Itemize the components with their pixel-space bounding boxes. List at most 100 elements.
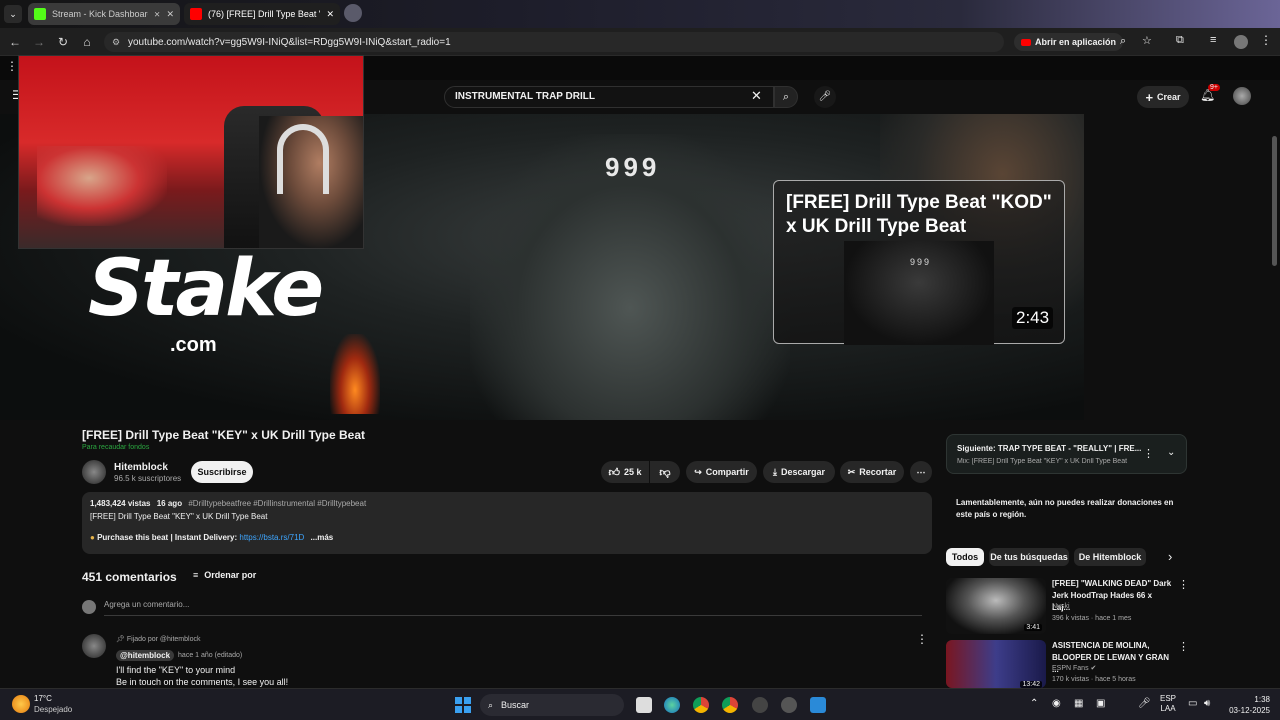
weather-temp[interactable]: 17°C: [34, 694, 52, 703]
chrome-icon[interactable]: [693, 697, 709, 713]
notepad-icon[interactable]: [810, 697, 826, 713]
search-input[interactable]: INSTRUMENTAL TRAP DRILL: [444, 86, 774, 108]
recommended-thumbnail[interactable]: 13:42: [946, 640, 1046, 688]
recommended-menu-icon[interactable]: ⋮: [1178, 578, 1189, 591]
chrome-active-icon[interactable]: [722, 697, 738, 713]
chip-from-searches[interactable]: De tus búsquedas: [989, 548, 1069, 566]
like-button[interactable]: 👍︎ 25 k: [601, 461, 649, 483]
forward-icon[interactable]: →: [27, 35, 51, 49]
up-next-card[interactable]: Siguiente: TRAP TYPE BEAT - "REALLY" | F…: [946, 434, 1187, 474]
share-button[interactable]: ↪ Compartir: [686, 461, 757, 483]
comment-author[interactable]: @hitemblock: [116, 650, 175, 661]
search-button[interactable]: ⌕: [774, 86, 798, 108]
taskbar-search-box[interactable]: ⌕ Buscar: [480, 694, 624, 716]
comment-author-avatar[interactable]: [82, 634, 106, 658]
open-in-app-label: Abrir en aplicación: [1035, 37, 1117, 47]
purchase-link[interactable]: https://bsta.rs/71D: [239, 533, 304, 542]
show-hidden-icons[interactable]: ⌃: [1030, 698, 1038, 709]
url-text: youtube.com/watch?v=gg5W9I-INiQ&list=RDg…: [128, 36, 451, 48]
fundraiser-label[interactable]: Para recaudar fondos: [82, 444, 149, 451]
chip-from-channel[interactable]: De Hitemblock: [1074, 548, 1146, 566]
comment-menu-icon[interactable]: ⋮: [916, 632, 928, 646]
obs-icon[interactable]: [752, 697, 768, 713]
sort-comments-button[interactable]: ≡ Ordenar por: [193, 570, 256, 580]
weather-icon[interactable]: [12, 695, 30, 713]
download-label: Descargar: [780, 467, 825, 477]
add-comment-input[interactable]: Agrega un comentario...: [104, 600, 922, 616]
tray-icon[interactable]: ▣: [1096, 698, 1105, 709]
video-duration: 13:42: [1020, 681, 1042, 688]
end-screen-video-card[interactable]: [FREE] Drill Type Beat "KOD" x UK Drill …: [773, 180, 1065, 345]
upload-date: 16 ago: [156, 499, 183, 508]
language-indicator[interactable]: ESP LAA: [1160, 694, 1176, 714]
description-box[interactable]: 1,483,424 vistas 16 ago #Drilltypebeatfr…: [82, 492, 932, 554]
search-icon: ⌕: [488, 699, 494, 710]
stake-logo-sub: .com: [170, 334, 217, 356]
browser-menu-icon[interactable]: ⋮: [1260, 33, 1272, 47]
media-player-icon[interactable]: [781, 697, 797, 713]
edge-icon[interactable]: [664, 697, 680, 713]
tray-icon[interactable]: ▦: [1074, 698, 1083, 709]
close-icon[interactable]: ✕: [166, 9, 174, 20]
download-button[interactable]: ⤓ Descargar: [763, 461, 835, 483]
new-tab-button[interactable]: [344, 4, 362, 22]
weather-condition[interactable]: Despejado: [34, 705, 72, 714]
recommended-channel[interactable]: Nuski: [1052, 603, 1070, 610]
scissors-icon: ✂: [847, 466, 856, 477]
volume-icon[interactable]: 🔊︎: [1204, 698, 1210, 709]
search-icon: ⌕: [782, 91, 790, 103]
site-info-icon[interactable]: ⚙: [112, 37, 120, 48]
bookmark-star-icon[interactable]: ☆: [1142, 34, 1152, 47]
recommended-stats: 170 k vistas · hace 5 horas: [1052, 676, 1136, 683]
clip-button[interactable]: ✂ Recortar: [840, 461, 904, 483]
recommended-menu-icon[interactable]: ⋮: [1178, 640, 1189, 653]
network-icon[interactable]: ▭: [1188, 698, 1197, 709]
microphone-tray-icon[interactable]: 🎤︎: [1138, 698, 1151, 709]
voice-search-button[interactable]: 🎤︎: [814, 86, 836, 108]
channel-avatar[interactable]: [82, 460, 106, 484]
clear-search-icon[interactable]: ✕: [751, 88, 762, 104]
discord-tray-icon[interactable]: ◉: [1052, 698, 1061, 709]
clock[interactable]: 1:38 03-12-2025: [1226, 694, 1270, 716]
reload-icon[interactable]: ↻: [51, 35, 75, 49]
media-control-icon[interactable]: ≡: [1210, 34, 1216, 46]
up-next-menu-icon[interactable]: ⋮: [1143, 447, 1154, 460]
add-comment-placeholder: Agrega un comentario...: [104, 600, 190, 609]
clock-time: 1:38: [1254, 695, 1270, 704]
channel-name[interactable]: Hitemblock: [114, 462, 168, 473]
recommended-channel[interactable]: ESPN Fans ✔: [1052, 664, 1096, 672]
profile-avatar[interactable]: [1234, 35, 1248, 49]
hashtags[interactable]: #Drilltypebeatfree #Drillinstrumental #D…: [188, 499, 366, 508]
up-next-title: TRAP TYPE BEAT - "REALLY" | FRE...: [997, 444, 1142, 453]
start-button[interactable]: [455, 697, 471, 713]
zoom-icon[interactable]: ⌕: [1120, 35, 1126, 48]
open-in-app-button[interactable]: Abrir en aplicación: [1014, 33, 1124, 51]
recommended-title[interactable]: [FREE] "WALKING DEAD" Dark Jerk HoodTrap…: [1052, 578, 1172, 614]
more-actions-button[interactable]: ⋯: [910, 461, 932, 483]
end-card-title: [FREE] Drill Type Beat "KOD" x UK Drill …: [786, 192, 1052, 237]
mute-icon[interactable]: ⨯: [154, 10, 161, 19]
dislike-button[interactable]: 👎︎: [650, 461, 680, 483]
back-icon[interactable]: ←: [3, 35, 27, 49]
task-view-icon[interactable]: [636, 697, 652, 713]
channel-label: ESPN Fans: [1052, 665, 1089, 672]
tab-youtube-video[interactable]: (76) [FREE] Drill Type Beat "KEY" ✕: [184, 3, 340, 25]
tab-kick-dashboard[interactable]: Stream - Kick Dashboard ⨯ ✕: [28, 3, 180, 25]
chevron-down-icon[interactable]: ⌄: [1167, 447, 1175, 458]
chip-all[interactable]: Todos: [946, 548, 984, 566]
create-button[interactable]: + Crear: [1137, 86, 1189, 108]
home-icon[interactable]: ⌂: [75, 35, 99, 49]
show-more-button[interactable]: ...más: [311, 533, 334, 542]
comment-count: 451 comentarios: [82, 570, 177, 584]
account-avatar[interactable]: [1233, 87, 1251, 105]
recommended-thumbnail[interactable]: 3:41: [946, 578, 1046, 634]
address-bar[interactable]: ⚙ youtube.com/watch?v=gg5W9I-INiQ&list=R…: [104, 32, 1004, 52]
extensions-icon[interactable]: ⧉: [1176, 34, 1184, 47]
page-scrollbar[interactable]: [1272, 136, 1277, 266]
chevron-right-icon[interactable]: ›: [1168, 549, 1172, 564]
comment-time[interactable]: hace 1 año (editado): [178, 652, 242, 659]
video-title: [FREE] Drill Type Beat "KEY" x UK Drill …: [82, 428, 365, 442]
close-icon[interactable]: ✕: [326, 9, 334, 20]
subscribe-button[interactable]: Suscribirse: [191, 461, 253, 483]
tab-list-button[interactable]: ⌄: [4, 5, 22, 23]
